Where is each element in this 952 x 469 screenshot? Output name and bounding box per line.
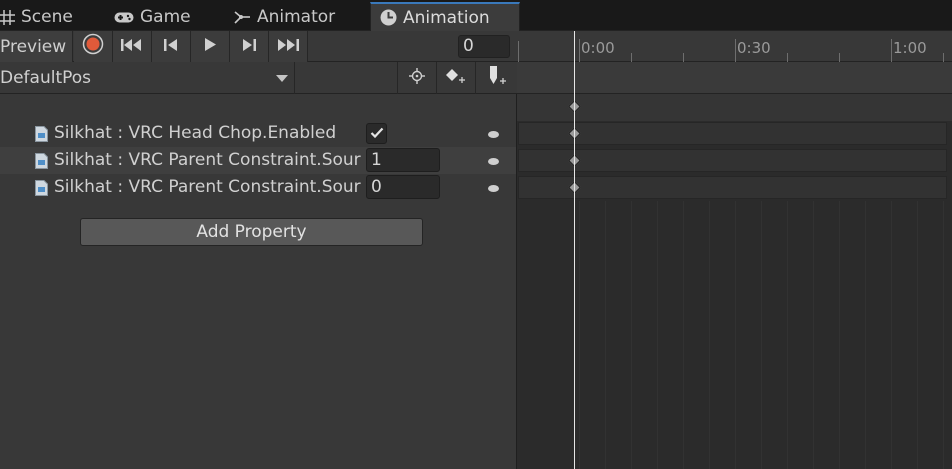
step-forward-icon (241, 37, 257, 57)
add-event-icon (486, 65, 508, 92)
tab-scene-label: Scene (21, 7, 73, 27)
keyframe-dot-icon[interactable] (488, 131, 499, 138)
add-event-button[interactable] (475, 62, 517, 94)
property-value-field[interactable]: 0 (366, 175, 440, 199)
record-icon (82, 33, 104, 60)
script-file-icon (35, 153, 48, 169)
tab-animator-label: Animator (257, 7, 336, 27)
window-tab-bar: Scene Game Animator Animation (0, 0, 952, 31)
add-keyframe-icon (445, 68, 467, 89)
preview-label: Preview (0, 36, 67, 57)
tab-game[interactable]: Game (114, 3, 191, 31)
keyframe-dot-icon[interactable] (488, 185, 499, 192)
record-button[interactable] (74, 31, 113, 62)
clip-dropdown[interactable]: DefaultPos (0, 62, 295, 94)
frame-field[interactable]: 0 (458, 35, 510, 58)
script-file-icon (35, 126, 48, 142)
scene-grid-icon (0, 9, 15, 25)
script-file-icon (35, 180, 48, 196)
last-keyframe-button[interactable] (269, 31, 308, 62)
play-icon (203, 37, 217, 57)
skip-to-start-icon (121, 37, 143, 57)
timeline-grid (579, 201, 944, 469)
property-row[interactable]: Silkhat : VRC Parent Constraint.Sour 1 (0, 147, 516, 174)
enabled-checkbox[interactable] (366, 123, 387, 144)
tab-animator[interactable]: Animator (234, 3, 335, 31)
checkmark-icon (370, 124, 384, 144)
property-value-field[interactable]: 1 (366, 148, 440, 172)
tab-animation[interactable]: Animation (370, 2, 520, 31)
clock-icon (380, 9, 397, 26)
dropdown-arrow-icon (276, 75, 288, 82)
clip-dropdown-value: DefaultPos (0, 68, 92, 88)
time-ruler[interactable]: 0:00 0:30 1:00 (517, 31, 952, 62)
play-button[interactable] (191, 31, 230, 62)
add-keyframe-button[interactable] (436, 62, 475, 94)
animator-icon (234, 10, 251, 25)
property-name: Silkhat : VRC Parent Constraint.Sour (54, 177, 361, 197)
property-row[interactable]: Silkhat : VRC Parent Constraint.Sour 0 (0, 174, 516, 201)
add-property-button[interactable]: Add Property (80, 218, 423, 246)
filter-by-selection-button[interactable] (397, 62, 436, 94)
summary-row[interactable] (517, 94, 952, 121)
playhead[interactable] (574, 31, 575, 469)
gamepad-icon (114, 11, 134, 24)
crosshair-icon (409, 67, 425, 89)
tick-label: 0:30 (737, 39, 771, 57)
tab-animation-label: Animation (403, 7, 490, 28)
property-name: Silkhat : VRC Head Chop.Enabled (54, 123, 337, 143)
dopesheet-timeline[interactable]: 0:00 0:30 1:00 (517, 31, 952, 469)
first-keyframe-button[interactable] (113, 31, 152, 62)
property-name: Silkhat : VRC Parent Constraint.Sour (54, 150, 361, 170)
add-property-label: Add Property (196, 222, 307, 242)
event-row[interactable] (517, 62, 952, 94)
keyframe-dot-icon[interactable] (488, 158, 499, 165)
tab-game-label: Game (140, 7, 191, 27)
prev-keyframe-button[interactable] (152, 31, 191, 62)
clip-row: DefaultPos (0, 62, 517, 94)
animation-toolbar: Preview 0 (0, 31, 517, 62)
tick-label: 1:00 (893, 39, 927, 57)
skip-to-end-icon (277, 37, 299, 57)
tick-label: 0:00 (581, 39, 615, 57)
tab-scene[interactable]: Scene (0, 3, 73, 31)
step-back-icon (163, 37, 179, 57)
property-panel: Silkhat : VRC Head Chop.Enabled Silkhat … (0, 94, 517, 469)
next-keyframe-button[interactable] (230, 31, 269, 62)
property-row[interactable]: Silkhat : VRC Head Chop.Enabled (0, 120, 516, 147)
preview-button[interactable]: Preview (0, 31, 73, 62)
